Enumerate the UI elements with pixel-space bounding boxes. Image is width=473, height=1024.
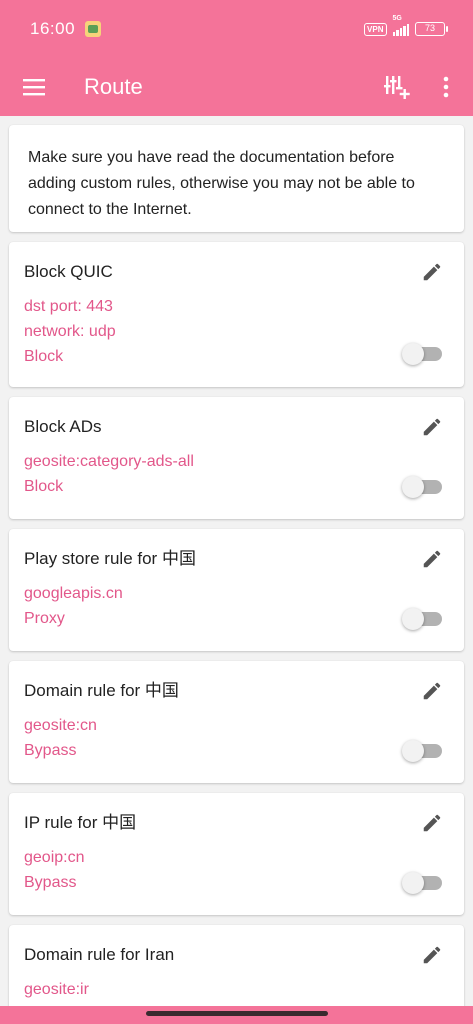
rule-enable-switch[interactable]	[402, 476, 442, 498]
rule-card[interactable]: Block QUIC dst port: 443 network: udp Bl…	[9, 242, 464, 387]
rule-card[interactable]: Domain rule for Iran geosite:ir	[9, 925, 464, 1006]
add-rule-icon	[384, 76, 410, 99]
rule-detail-line: googleapis.cn	[24, 585, 123, 602]
rule-card[interactable]: IP rule for 中国 geoip:cn Bypass	[9, 793, 464, 915]
rules-list[interactable]: Make sure you have read the documentatio…	[0, 116, 473, 1006]
rule-detail-line: geosite:cn	[24, 717, 97, 734]
rule-detail-line: geosite:category-ads-all	[24, 453, 194, 470]
rule-detail-line: geoip:cn	[24, 849, 85, 866]
status-indicators: VPN 5G 73	[364, 15, 459, 36]
rule-title: Domain rule for 中国	[24, 681, 179, 700]
app-bar: Route	[0, 58, 473, 116]
edit-icon	[423, 946, 441, 964]
system-nav-bar	[0, 1006, 473, 1024]
vpn-icon: VPN	[364, 22, 387, 36]
edit-rule-button[interactable]	[418, 677, 446, 705]
rule-outbound: Proxy	[24, 610, 65, 627]
status-time: 16:00	[30, 19, 76, 38]
rule-title: Block ADs	[24, 417, 102, 436]
rule-enable-switch[interactable]	[402, 608, 442, 630]
rule-details: geoip:cn Bypass	[24, 845, 449, 895]
battery-icon: 73	[415, 22, 448, 36]
network-type: 5G	[392, 15, 402, 22]
more-options-button[interactable]	[431, 67, 461, 107]
rule-enable-switch[interactable]	[402, 343, 442, 365]
rule-outbound: Block	[24, 348, 64, 365]
rule-details: geosite:cn Bypass	[24, 713, 449, 763]
rule-card[interactable]: Block ADs geosite:category-ads-all Block	[9, 397, 464, 519]
notification-app-icon	[85, 21, 102, 37]
info-card: Make sure you have read the documentatio…	[9, 125, 464, 232]
more-vert-icon	[443, 76, 449, 98]
edit-rule-button[interactable]	[418, 941, 446, 969]
menu-icon	[23, 79, 45, 96]
rule-detail-line: dst port: 443	[24, 298, 113, 315]
edit-icon	[423, 814, 441, 832]
menu-button[interactable]	[16, 69, 52, 105]
rule-title: Play store rule for 中国	[24, 549, 196, 568]
edit-icon	[423, 418, 441, 436]
edit-rule-button[interactable]	[418, 545, 446, 573]
rule-outbound: Bypass	[24, 742, 77, 759]
rule-details: geosite:ir	[24, 977, 449, 1002]
add-rule-button[interactable]	[377, 67, 417, 107]
rule-title: IP rule for 中国	[24, 813, 137, 832]
rule-enable-switch[interactable]	[402, 872, 442, 894]
rule-title: Domain rule for Iran	[24, 945, 175, 964]
rule-details: googleapis.cn Proxy	[24, 581, 449, 631]
rule-detail-line: network: udp	[24, 323, 116, 340]
edit-rule-button[interactable]	[418, 258, 446, 286]
edit-rule-button[interactable]	[418, 413, 446, 441]
info-text: Make sure you have read the documentatio…	[28, 149, 415, 218]
edit-icon	[423, 682, 441, 700]
rule-outbound: Block	[24, 478, 64, 495]
status-bar: 16:00 VPN 5G 73	[0, 0, 473, 58]
rule-card[interactable]: Domain rule for 中国 geosite:cn Bypass	[9, 661, 464, 783]
rule-enable-switch[interactable]	[402, 740, 442, 762]
rule-details: geosite:category-ads-all Block	[24, 449, 449, 499]
rule-title: Block QUIC	[24, 262, 113, 281]
edit-icon	[423, 550, 441, 568]
signal-icon: 5G	[392, 15, 409, 36]
gesture-handle[interactable]	[146, 1011, 328, 1016]
edit-icon	[423, 263, 441, 281]
edit-rule-button[interactable]	[418, 809, 446, 837]
rule-details: dst port: 443 network: udp Block	[24, 294, 449, 369]
page-title: Route	[84, 74, 143, 99]
rule-detail-line: geosite:ir	[24, 981, 89, 998]
rule-card[interactable]: Play store rule for 中国 googleapis.cn Pro…	[9, 529, 464, 651]
app-bar-actions	[377, 67, 473, 107]
rule-outbound: Bypass	[24, 874, 77, 891]
